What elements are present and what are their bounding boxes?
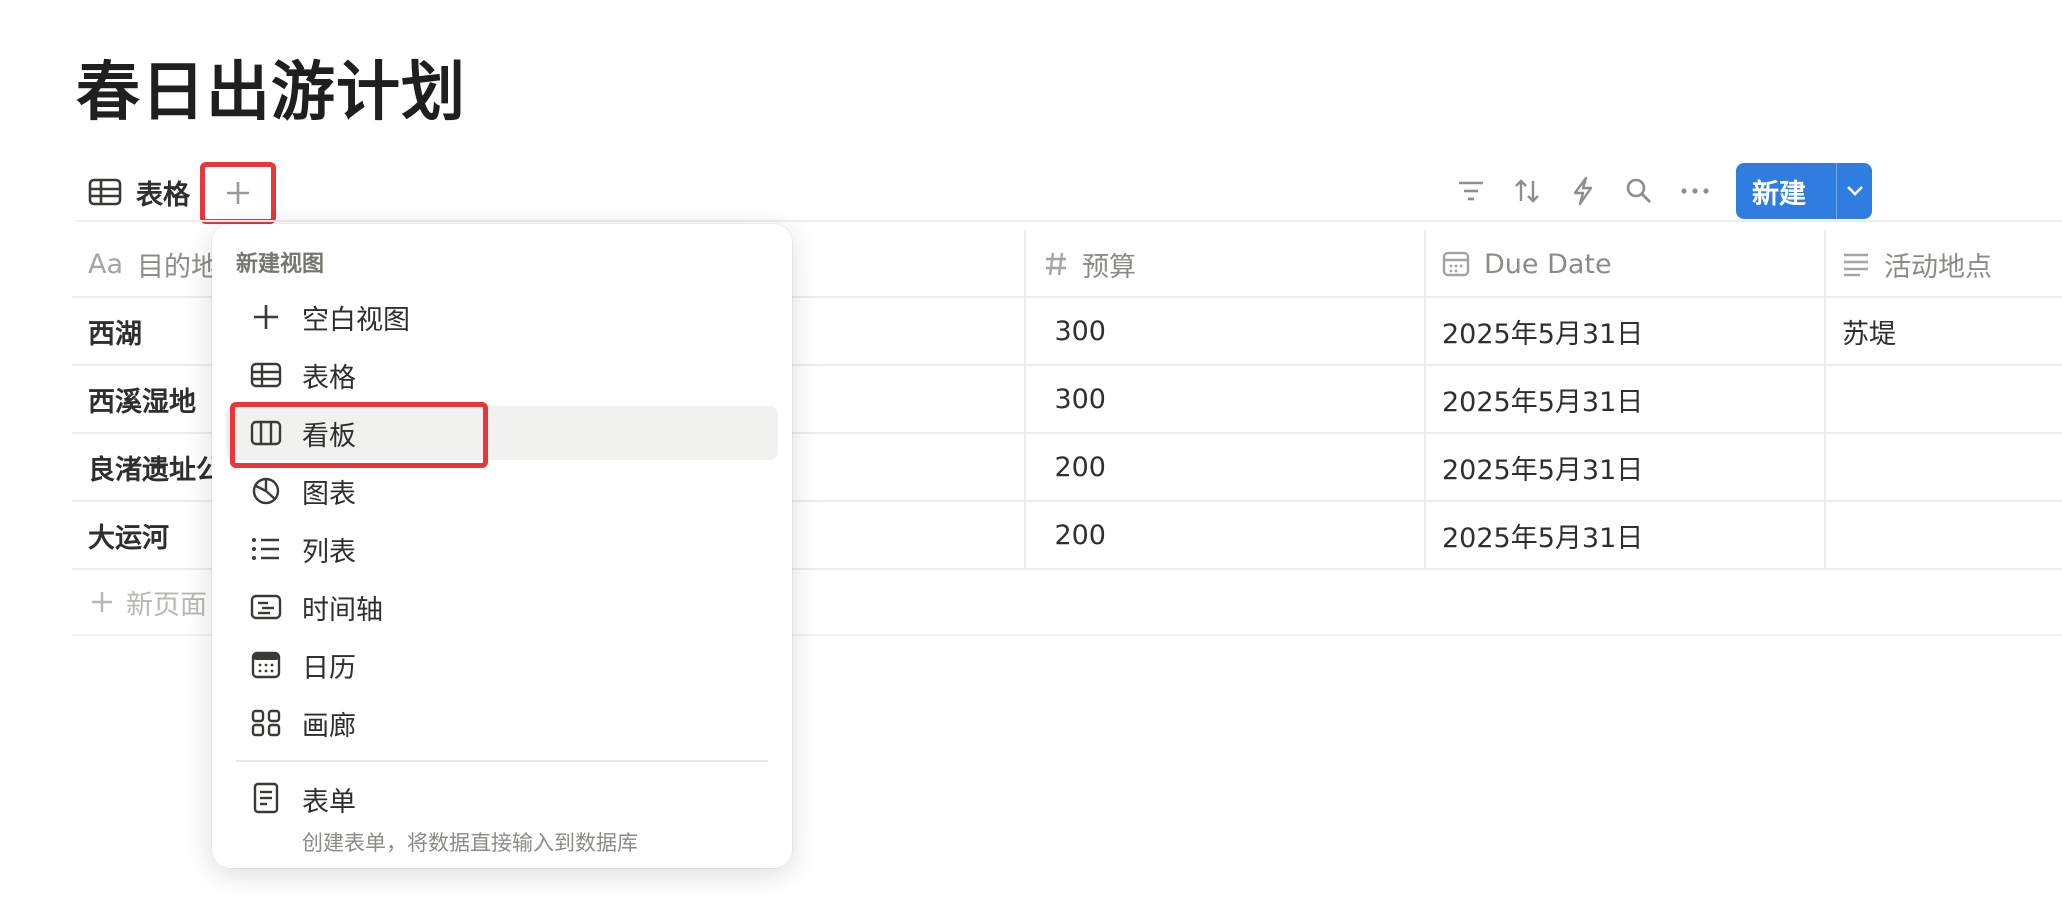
- timeline-icon: [250, 591, 282, 623]
- list-icon: [250, 533, 282, 565]
- plus-icon: [90, 590, 114, 614]
- column-header-place[interactable]: 活动地点: [1842, 230, 1992, 298]
- tab-label: 表格: [136, 179, 190, 211]
- destination-cell[interactable]: 西湖: [88, 298, 142, 364]
- menu-item-blank-view[interactable]: 空白视图: [226, 290, 778, 344]
- budget-cell[interactable]: 200: [806, 434, 1106, 500]
- column-divider: [1824, 230, 1826, 570]
- destination-cell[interactable]: 大运河: [88, 502, 169, 568]
- form-description: 创建表单，将数据直接输入到数据库: [302, 831, 638, 855]
- plus-icon: [224, 179, 252, 207]
- view-tools: [1456, 166, 1710, 216]
- menu-header: 新建视图: [236, 252, 325, 277]
- tab-table-view[interactable]: 表格: [88, 162, 190, 222]
- menu-item-chart[interactable]: 图表: [226, 464, 778, 518]
- column-header-due-date[interactable]: Due Date: [1442, 230, 1612, 298]
- due-date-cell[interactable]: 2025年5月31日: [1442, 298, 1643, 364]
- search-icon[interactable]: [1624, 176, 1654, 206]
- toolbar-divider: [76, 220, 2062, 222]
- chevron-down-icon[interactable]: [1837, 185, 1872, 197]
- due-date-cell[interactable]: 2025年5月31日: [1442, 502, 1643, 568]
- menu-item-timeline[interactable]: 时间轴: [226, 580, 778, 634]
- text-property-icon: Aa: [88, 248, 124, 280]
- gallery-icon: [250, 707, 282, 739]
- sort-icon[interactable]: [1512, 176, 1542, 206]
- column-divider: [1424, 230, 1426, 570]
- filter-icon[interactable]: [1456, 176, 1486, 206]
- column-divider: [1024, 230, 1026, 570]
- budget-cell[interactable]: 200: [806, 502, 1106, 568]
- text-lines-icon: [1842, 251, 1870, 277]
- more-icon[interactable]: [1680, 176, 1710, 206]
- form-label: 表单: [302, 787, 356, 818]
- add-view-button[interactable]: [200, 162, 276, 224]
- destination-cell[interactable]: 西溪湿地: [88, 366, 196, 432]
- plus-icon: [250, 301, 282, 333]
- new-page-label: 新页面: [126, 589, 207, 621]
- table-icon: [250, 359, 282, 391]
- menu-item-table[interactable]: 表格: [226, 348, 778, 402]
- menu-item-form[interactable]: 表单 创建表单，将数据直接输入到数据库: [226, 772, 778, 855]
- calendar-icon: [250, 649, 282, 681]
- place-cell[interactable]: 苏堤: [1842, 298, 1896, 364]
- menu-item-list[interactable]: 列表: [226, 522, 778, 576]
- new-view-menu: 新建视图 空白视图 表格 看板 图表 列表 时间轴 日历 画廊 表单 创建表单，…: [212, 224, 792, 868]
- new-button[interactable]: 新建: [1736, 163, 1872, 219]
- menu-item-calendar[interactable]: 日历: [226, 638, 778, 692]
- number-icon: [1044, 251, 1068, 277]
- form-icon: [250, 782, 282, 814]
- chart-icon: [250, 475, 282, 507]
- menu-divider: [236, 760, 768, 762]
- budget-cell[interactable]: 300: [806, 298, 1106, 364]
- column-header-destination[interactable]: Aa 目的地: [88, 230, 218, 298]
- automation-icon[interactable]: [1568, 176, 1598, 206]
- calendar-icon: [1442, 250, 1470, 278]
- annotation-highlight-board: [230, 402, 488, 468]
- page-title: 春日出游计划: [76, 56, 466, 130]
- table-icon: [88, 177, 122, 207]
- due-date-cell[interactable]: 2025年5月31日: [1442, 434, 1643, 500]
- destination-cell[interactable]: 良渚遗址公: [88, 434, 223, 500]
- budget-cell[interactable]: 300: [806, 366, 1106, 432]
- new-button-label: 新建: [1752, 178, 1806, 210]
- due-date-cell[interactable]: 2025年5月31日: [1442, 366, 1643, 432]
- menu-item-gallery[interactable]: 画廊: [226, 696, 778, 750]
- view-tabs: 表格: [88, 162, 190, 222]
- column-header-budget[interactable]: 预算: [1044, 230, 1136, 298]
